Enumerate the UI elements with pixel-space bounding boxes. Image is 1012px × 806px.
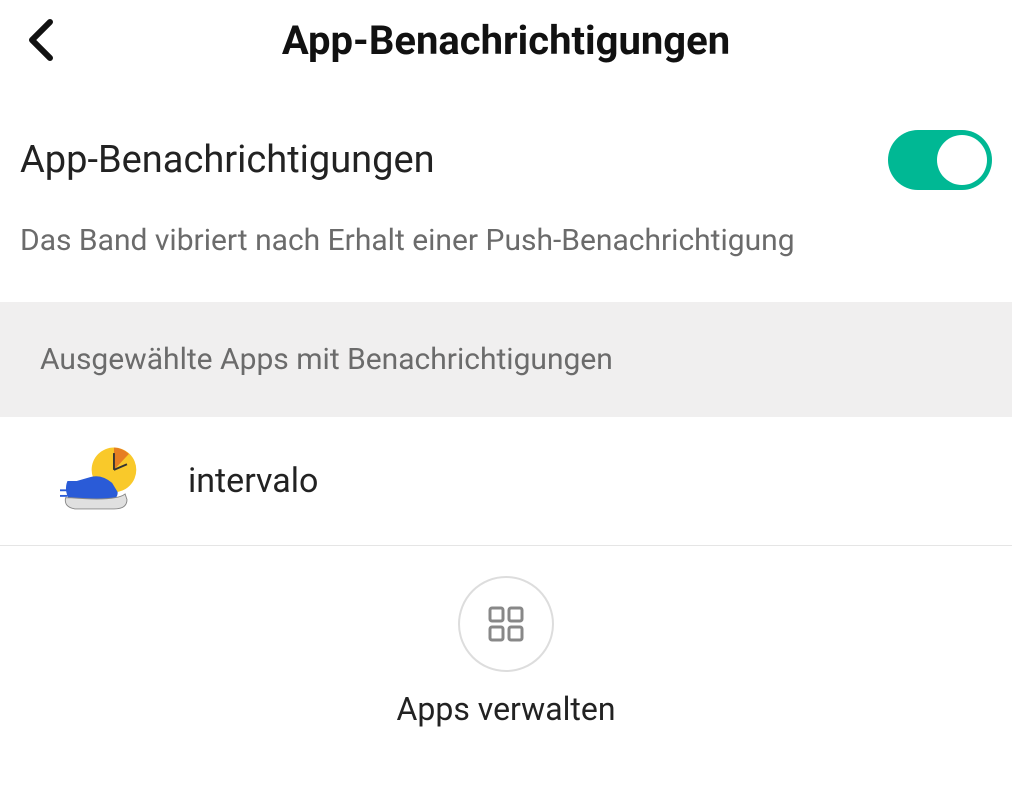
manage-apps-button[interactable]	[458, 576, 554, 672]
notifications-title: App-Benachrichtigungen	[20, 138, 435, 182]
page-title: App-Benachrichtigungen	[282, 17, 730, 64]
app-item[interactable]: intervalo	[0, 417, 1012, 546]
notifications-toggle[interactable]	[888, 130, 992, 190]
notifications-section: App-Benachrichtigungen Das Band vibriert…	[0, 100, 1012, 302]
footer: Apps verwalten	[0, 546, 1012, 758]
manage-apps-label: Apps verwalten	[397, 690, 616, 728]
header: App-Benachrichtigungen	[0, 0, 1012, 100]
app-list: intervalo	[0, 417, 1012, 546]
back-icon[interactable]	[20, 20, 60, 60]
apps-grid-icon	[486, 604, 526, 644]
app-name: intervalo	[188, 461, 318, 501]
notifications-description: Das Band vibriert nach Erhalt einer Push…	[20, 220, 992, 262]
intervalo-app-icon	[60, 445, 140, 517]
selected-apps-header: Ausgewählte Apps mit Benachrichtigungen	[0, 302, 1012, 417]
toggle-knob	[937, 135, 987, 185]
notifications-toggle-row: App-Benachrichtigungen	[20, 130, 992, 190]
